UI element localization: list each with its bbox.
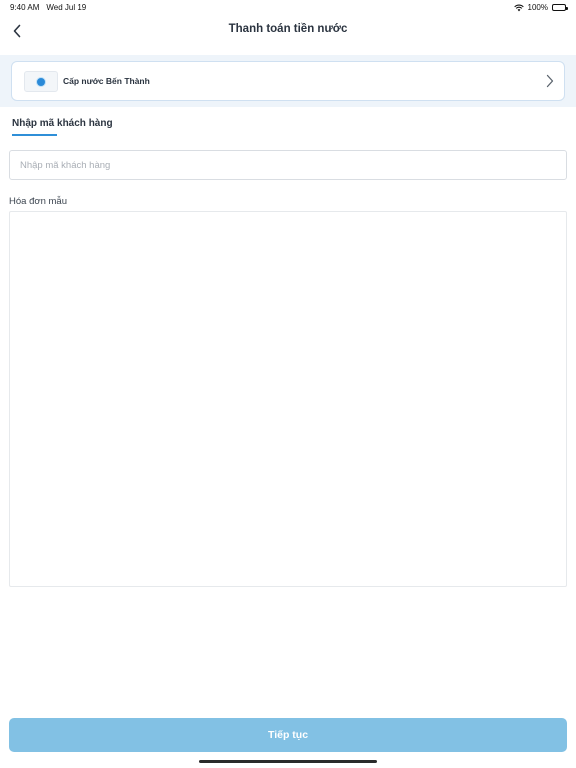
home-indicator (199, 760, 377, 763)
water-drop-icon (36, 76, 46, 87)
tab-active-indicator (12, 134, 57, 136)
provider-name: Cấp nước Bến Thành (63, 76, 150, 86)
chevron-right-icon (546, 74, 554, 88)
provider-selector[interactable]: Cấp nước Bến Thành (11, 61, 565, 101)
battery-percent: 100% (527, 3, 548, 12)
provider-section: Cấp nước Bến Thành (0, 55, 576, 107)
sample-invoice-label: Hóa đơn mẫu (9, 196, 67, 207)
status-right: 100% (513, 3, 568, 12)
customer-code-input[interactable] (9, 150, 567, 180)
status-bar: 9:40 AM Wed Jul 19 100% (0, 0, 576, 14)
page-title: Thanh toán tiền nước (228, 23, 348, 35)
nav-bar: Thanh toán tiền nước (0, 14, 576, 48)
status-time: 9:40 AM (10, 3, 40, 12)
status-left: 9:40 AM Wed Jul 19 (10, 3, 86, 12)
sample-invoice-image (9, 211, 567, 587)
provider-logo (24, 71, 58, 92)
tab-label: Nhập mã khách hàng (12, 118, 113, 129)
continue-button[interactable]: Tiếp tục (9, 718, 567, 752)
tab-customer-code[interactable]: Nhập mã khách hàng (12, 118, 113, 136)
wifi-icon (513, 4, 524, 11)
status-date: Wed Jul 19 (46, 3, 87, 12)
battery-icon (552, 4, 568, 11)
